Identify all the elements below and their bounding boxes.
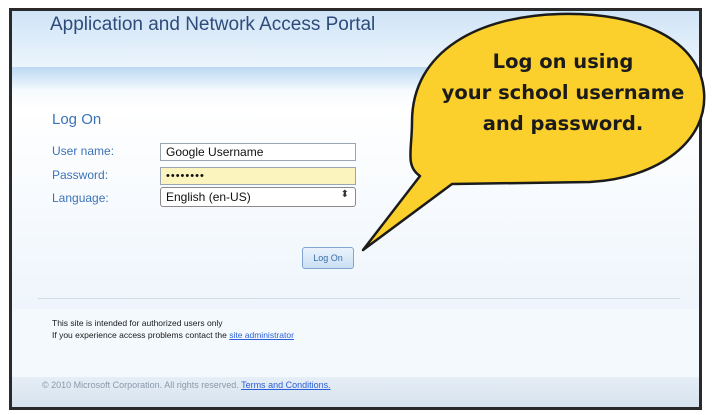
notice-line-2-text: If you experience access problems contac…	[52, 330, 230, 340]
callout-text: Log on using your school username and pa…	[420, 46, 706, 139]
callout-line-2: your school username	[441, 81, 685, 104]
callout-line-1: Log on using	[492, 50, 634, 73]
portal-title: Application and Network Access Portal	[50, 14, 376, 35]
terms-link[interactable]: Terms and Conditions.	[241, 380, 331, 390]
content-divider	[38, 298, 680, 299]
password-input[interactable]: ••••••••	[160, 167, 356, 185]
username-label: User name:	[52, 144, 115, 158]
logon-button[interactable]: Log On	[302, 247, 354, 269]
login-panel	[12, 109, 699, 309]
language-select[interactable]: English (en-US) ⬍	[160, 187, 356, 207]
select-arrows-icon: ⬍	[340, 189, 349, 200]
notice-line-1: This site is intended for authorized use…	[52, 318, 223, 328]
notice-line-2: If you experience access problems contac…	[52, 330, 294, 340]
logon-heading: Log On	[52, 111, 102, 128]
copyright-text: © 2010 Microsoft Corporation. All rights…	[42, 380, 239, 390]
site-administrator-link[interactable]: site administrator	[229, 330, 294, 340]
footer-copyright: © 2010 Microsoft Corporation. All rights…	[42, 380, 331, 390]
language-label: Language:	[52, 191, 109, 205]
callout-line-3: and password.	[482, 112, 644, 135]
language-selected-value: English (en-US)	[166, 190, 251, 204]
password-label: Password:	[52, 168, 109, 182]
username-input[interactable]: Google Username	[160, 143, 356, 161]
